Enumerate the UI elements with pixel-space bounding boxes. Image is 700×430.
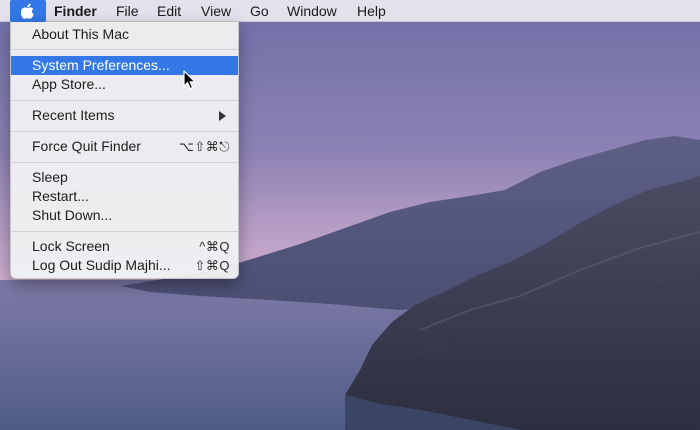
menu-item-recent-items[interactable]: Recent Items xyxy=(11,106,238,125)
apple-menu-button[interactable] xyxy=(10,0,46,22)
menu-item-log-out[interactable]: Log Out Sudip Majhi... ⇧⌘Q xyxy=(11,256,238,275)
menu-separator xyxy=(11,131,238,132)
menu-item-about-this-mac[interactable]: About This Mac xyxy=(11,25,238,44)
menu-item-app-store[interactable]: App Store... xyxy=(11,75,238,94)
menu-item-shortcut: ^⌘Q xyxy=(199,239,230,254)
menu-item-system-preferences[interactable]: System Preferences... xyxy=(11,56,238,75)
menubar-window[interactable]: Window xyxy=(287,0,337,22)
menu-item-label: Sleep xyxy=(32,169,68,185)
menu-item-shortcut: ⌥⇧⌘⎋ xyxy=(178,139,230,154)
menu-item-label: Recent Items xyxy=(32,107,115,123)
menu-item-label: Shut Down... xyxy=(32,207,113,223)
menu-item-lock-screen[interactable]: Lock Screen ^⌘Q xyxy=(11,237,238,256)
apple-logo-icon xyxy=(21,3,34,19)
menubar-help[interactable]: Help xyxy=(357,0,386,22)
menu-item-label: Force Quit Finder xyxy=(32,138,141,154)
menu-item-sleep[interactable]: Sleep xyxy=(11,168,238,187)
menubar-go[interactable]: Go xyxy=(250,0,269,22)
menu-separator xyxy=(11,49,238,50)
menu-item-restart[interactable]: Restart... xyxy=(11,187,238,206)
menu-item-label: Restart... xyxy=(32,188,89,204)
mouse-pointer-icon xyxy=(183,70,196,90)
menu-item-label: Log Out Sudip Majhi... xyxy=(32,257,171,273)
menu-item-shortcut: ⇧⌘Q xyxy=(194,258,230,273)
menu-separator xyxy=(11,100,238,101)
menu-item-label: About This Mac xyxy=(32,26,130,42)
menu-item-force-quit[interactable]: Force Quit Finder ⌥⇧⌘⎋ xyxy=(11,137,238,156)
menubar-edit[interactable]: Edit xyxy=(157,0,181,22)
menubar-finder[interactable]: Finder xyxy=(54,0,97,22)
menu-bar: Finder File Edit View Go Window Help xyxy=(0,0,700,22)
menu-item-shut-down[interactable]: Shut Down... xyxy=(11,206,238,225)
menu-separator xyxy=(11,231,238,232)
menu-item-label: Lock Screen xyxy=(32,238,110,254)
menu-item-label: App Store... xyxy=(32,76,106,92)
menubar-file[interactable]: File xyxy=(116,0,139,22)
apple-menu-dropdown: About This Mac System Preferences... App… xyxy=(10,22,239,279)
menu-item-label: System Preferences... xyxy=(32,57,170,73)
menu-separator xyxy=(11,162,238,163)
submenu-arrow-icon xyxy=(219,111,226,121)
menubar-view[interactable]: View xyxy=(201,0,231,22)
